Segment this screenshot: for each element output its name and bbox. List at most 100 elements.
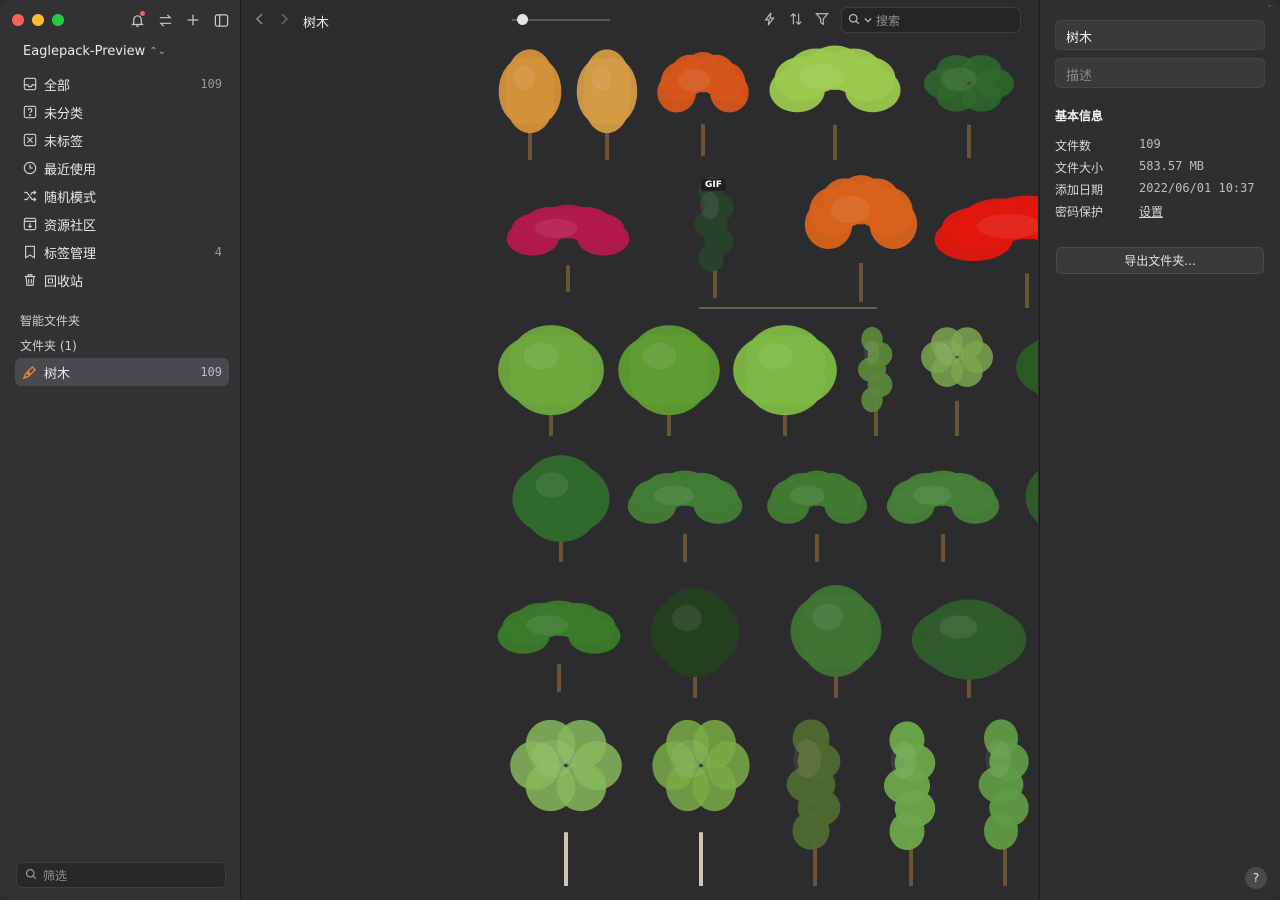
- close-window-button[interactable]: [12, 14, 24, 26]
- tree-thumbnail[interactable]: [618, 325, 720, 436]
- tree-highlight: [672, 604, 702, 632]
- tree-trunk: [667, 412, 671, 436]
- tree-highlight: [513, 65, 535, 91]
- minimize-window-button[interactable]: [32, 14, 44, 26]
- tree-thumbnail[interactable]: [1025, 453, 1119, 560]
- zoom-window-button[interactable]: [52, 14, 64, 26]
- folder-count: 109: [200, 365, 222, 379]
- tree-highlight: [678, 68, 711, 92]
- filter-icon[interactable]: [815, 11, 829, 30]
- tree-thumbnail[interactable]: [857, 326, 893, 436]
- inspector-panel: ⌃ 树木 描述 基本信息 文件数 109 文件大小 583.57 MB 添加日期…: [1039, 0, 1280, 900]
- tree-thumbnail[interactable]: [1016, 329, 1122, 422]
- add-icon[interactable]: [184, 11, 202, 29]
- tree-thumbnail[interactable]: [924, 55, 1014, 158]
- sidebar-item-tag-manager[interactable]: 标签管理 4: [15, 238, 229, 266]
- password-settings-link[interactable]: 设置: [1139, 203, 1163, 220]
- tree-thumbnail[interactable]: [510, 719, 622, 886]
- tree-thumbnail[interactable]: [512, 455, 610, 562]
- tree-foliage: [698, 244, 724, 272]
- tree-thumbnail[interactable]: [506, 204, 630, 292]
- title-field[interactable]: 树木: [1055, 20, 1265, 50]
- sidebar-item-count: 109: [200, 77, 222, 91]
- tree-highlight: [700, 191, 720, 220]
- resize-handle-icon[interactable]: ⌃: [1266, 4, 1273, 13]
- back-arrow-icon[interactable]: [255, 11, 265, 30]
- tag-icon: [22, 244, 38, 260]
- tree-thumbnail[interactable]: [934, 195, 1120, 308]
- info-value: 583.57 MB: [1139, 159, 1205, 173]
- folders-heading[interactable]: 文件夹 (1): [20, 337, 77, 354]
- tree-trunk: [815, 533, 819, 562]
- tree-thumbnail[interactable]: [497, 600, 621, 692]
- sidebar-item-label: 随机模式: [44, 190, 97, 206]
- tree-thumbnail[interactable]: [650, 587, 740, 698]
- tree-highlight: [912, 485, 952, 506]
- tree-thumbnail[interactable]: [498, 49, 562, 160]
- sidebar: Eaglepack-Preview ⌃⌄ 全部 109 未分类 未标签 最近使用: [0, 0, 241, 900]
- library-switcher[interactable]: Eaglepack-Preview ⌃⌄: [23, 44, 166, 59]
- tree-highlight: [863, 340, 880, 366]
- forward-arrow-icon[interactable]: [279, 11, 289, 30]
- tree-foliage: [1025, 462, 1098, 531]
- tree-thumbnail[interactable]: [652, 719, 750, 886]
- info-key: 添加日期: [1055, 183, 1104, 197]
- tree-thumbnail[interactable]: [576, 49, 638, 160]
- sidebar-item-uncategorized[interactable]: 未分类: [15, 98, 229, 126]
- sidebar-item-trash[interactable]: 回收站: [15, 266, 229, 294]
- tree-thumbnail[interactable]: [921, 327, 993, 436]
- tree-thumbnail[interactable]: [978, 719, 1029, 886]
- tree-trunk: [566, 265, 570, 292]
- tree-thumbnail[interactable]: [911, 599, 1027, 698]
- bell-icon[interactable]: [128, 11, 146, 29]
- tree-trunk: [557, 663, 561, 692]
- sidebar-item-recent[interactable]: 最近使用: [15, 154, 229, 182]
- tree-foliage: [983, 811, 1019, 850]
- tree-highlight: [535, 472, 569, 498]
- tree-thumbnail[interactable]: [790, 585, 882, 698]
- help-button[interactable]: ?: [1245, 867, 1267, 889]
- tree-thumbnail[interactable]: [883, 721, 936, 886]
- tree-thumbnail[interactable]: [886, 470, 1000, 562]
- tree-thumbnail[interactable]: [804, 175, 918, 302]
- sidebar-item-community[interactable]: 资源社区: [15, 210, 229, 238]
- sidebar-item-untagged[interactable]: 未标签: [15, 126, 229, 154]
- breadcrumb: 树木: [303, 16, 330, 31]
- sidebar-item-random[interactable]: 随机模式: [15, 182, 229, 210]
- tree-thumbnail[interactable]: [498, 325, 604, 436]
- tree-trunk: [701, 124, 705, 156]
- tree-trunk: [859, 262, 863, 302]
- tree-trunk: [564, 832, 568, 886]
- folder-item-trees[interactable]: 树木 109: [15, 358, 229, 386]
- tree-thumbnail[interactable]: [786, 719, 841, 886]
- tree-foliage: [845, 67, 901, 113]
- tree-highlight: [534, 218, 578, 238]
- tree-foliage: [710, 72, 749, 113]
- smart-folders-heading[interactable]: 智能文件夹: [20, 312, 80, 329]
- toggle-sidebar-icon[interactable]: [212, 11, 230, 29]
- tree-thumbnail[interactable]: [733, 325, 837, 436]
- tree-thumbnail[interactable]: [767, 470, 867, 562]
- zoom-slider-knob[interactable]: [517, 14, 528, 25]
- notification-dot: [140, 11, 145, 16]
- tree-trunk: [683, 533, 687, 562]
- filter-input[interactable]: 筛选: [16, 862, 226, 888]
- tree-thumbnail[interactable]: [694, 176, 734, 298]
- sort-icon[interactable]: [789, 11, 803, 30]
- question-box-icon: [22, 104, 38, 120]
- search-input[interactable]: 搜索: [841, 7, 1021, 33]
- export-folder-button[interactable]: 导出文件夹...: [1056, 247, 1264, 274]
- sync-icon[interactable]: [156, 11, 174, 29]
- sidebar-item-all[interactable]: 全部 109: [15, 70, 229, 98]
- tree-highlight: [934, 340, 964, 366]
- tree-highlight: [670, 739, 710, 778]
- tree-foliage: [869, 199, 918, 250]
- bolt-icon[interactable]: [763, 11, 777, 30]
- tree-thumbnail[interactable]: [769, 45, 901, 160]
- info-key: 文件数: [1055, 139, 1092, 153]
- tree-highlight: [523, 342, 559, 370]
- description-field[interactable]: 描述: [1055, 58, 1265, 88]
- tree-thumbnail[interactable]: [627, 470, 743, 562]
- chevron-down-icon[interactable]: [864, 13, 872, 27]
- tree-thumbnail[interactable]: [657, 51, 749, 156]
